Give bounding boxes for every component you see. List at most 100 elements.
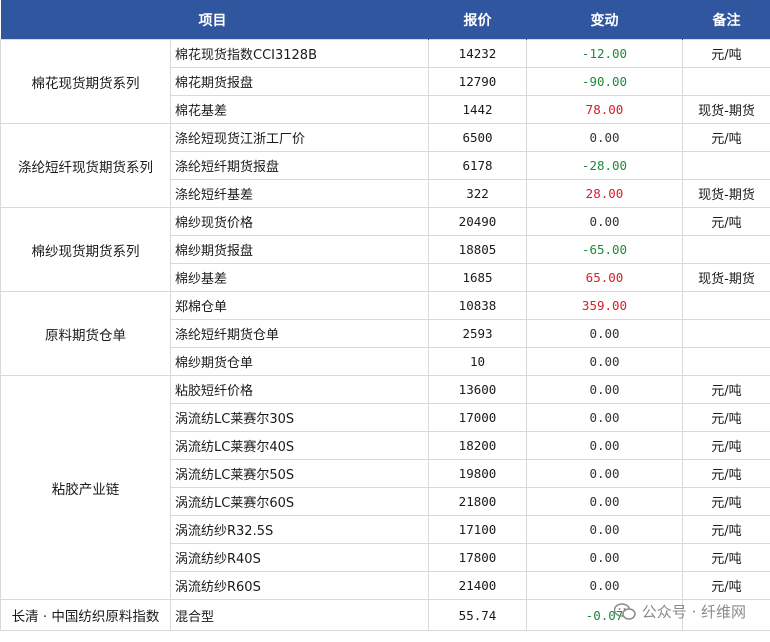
note-value: 元/吨 xyxy=(682,403,770,432)
item-name: 涤纶短纤基差 xyxy=(170,179,429,208)
note-value xyxy=(682,235,770,264)
price-value: 18200 xyxy=(428,431,527,460)
price-value: 55.74 xyxy=(428,599,527,631)
price-table: 项目 报价 变动 备注 棉花现货期货系列 棉花现货指数CCI3128B 1423… xyxy=(0,0,770,631)
table-row: 粘胶产业链 粘胶短纤价格 13600 0.00 元/吨 xyxy=(0,375,770,600)
header-price: 报价 xyxy=(428,0,527,40)
item-name: 涡流纺LC莱赛尔60S xyxy=(170,487,429,516)
item-name: 棉花期货报盘 xyxy=(170,67,429,96)
price-value: 14232 xyxy=(428,39,527,68)
price-value: 10838 xyxy=(428,291,527,320)
note-value: 元/吨 xyxy=(682,39,770,68)
item-name: 涡流纺LC莱赛尔50S xyxy=(170,459,429,488)
change-value: 0.00 xyxy=(526,459,683,488)
item-name: 涤纶短纤期货仓单 xyxy=(170,319,429,348)
price-value: 17100 xyxy=(428,515,527,544)
note-value: 元/吨 xyxy=(682,459,770,488)
change-value: 0.00 xyxy=(526,123,683,152)
note-value xyxy=(682,319,770,348)
price-value: 17800 xyxy=(428,543,527,572)
change-value: -28.00 xyxy=(526,151,683,180)
note-value: 元/吨 xyxy=(682,571,770,600)
change-value: 359.00 xyxy=(526,291,683,320)
price-value: 13600 xyxy=(428,375,527,404)
header-change: 变动 xyxy=(526,0,683,40)
change-value: 0.00 xyxy=(526,403,683,432)
note-value: 元/吨 xyxy=(682,487,770,516)
item-name: 混合型 xyxy=(170,599,429,631)
note-value: 现货-期货 xyxy=(682,263,770,292)
change-value: -12.00 xyxy=(526,39,683,68)
item-name: 涡流纺LC莱赛尔40S xyxy=(170,431,429,460)
note-value: 元/吨 xyxy=(682,123,770,152)
note-value xyxy=(682,67,770,96)
change-value: 0.00 xyxy=(526,431,683,460)
price-value: 12790 xyxy=(428,67,527,96)
note-value: 现货-期货 xyxy=(682,179,770,208)
change-value: 65.00 xyxy=(526,263,683,292)
item-name: 涡流纺纱R40S xyxy=(170,543,429,572)
change-value: 0.00 xyxy=(526,515,683,544)
table-row: 涤纶短纤现货期货系列 涤纶短现货江浙工厂价 6500 0.00 元/吨 xyxy=(0,123,770,208)
table-row: 棉花现货期货系列 棉花现货指数CCI3128B 14232 -12.00 元/吨 xyxy=(0,39,770,124)
note-value: 元/吨 xyxy=(682,515,770,544)
item-name: 棉纱期货仓单 xyxy=(170,347,429,376)
item-name: 涤纶短现货江浙工厂价 xyxy=(170,123,429,152)
group-label: 棉花现货期货系列 xyxy=(0,39,171,124)
change-value: 28.00 xyxy=(526,179,683,208)
table-row: 原料期货仓单 郑棉仓单 10838 359.00 xyxy=(0,291,770,376)
price-value: 6178 xyxy=(428,151,527,180)
price-value: 6500 xyxy=(428,123,527,152)
change-value: -65.00 xyxy=(526,235,683,264)
group-label: 棉纱现货期货系列 xyxy=(0,207,171,292)
item-name: 涡流纺纱R32.5S xyxy=(170,515,429,544)
note-value xyxy=(682,151,770,180)
change-value: 0.00 xyxy=(526,319,683,348)
item-name: 棉纱期货报盘 xyxy=(170,235,429,264)
change-value: 0.00 xyxy=(526,375,683,404)
change-value: 0.00 xyxy=(526,347,683,376)
item-name: 涡流纺LC莱赛尔30S xyxy=(170,403,429,432)
change-value: 0.00 xyxy=(526,487,683,516)
price-value: 1685 xyxy=(428,263,527,292)
note-value: 元/吨 xyxy=(682,375,770,404)
group-label: 原料期货仓单 xyxy=(0,291,171,376)
table-row: 棉纱现货期货系列 棉纱现货价格 20490 0.00 元/吨 xyxy=(0,207,770,292)
price-value: 21800 xyxy=(428,487,527,516)
note-value: 元/吨 xyxy=(682,431,770,460)
price-value: 2593 xyxy=(428,319,527,348)
group-label: 长清 · 中国纺织原料指数 xyxy=(0,599,171,631)
item-name: 棉花基差 xyxy=(170,95,429,124)
price-value: 1442 xyxy=(428,95,527,124)
watermark: 公众号 · 纤维网 xyxy=(613,601,746,622)
item-name: 粘胶短纤价格 xyxy=(170,375,429,404)
change-value: 0.00 xyxy=(526,543,683,572)
price-value: 10 xyxy=(428,347,527,376)
group-label: 粘胶产业链 xyxy=(0,375,171,600)
price-value: 17000 xyxy=(428,403,527,432)
watermark-text: 公众号 · 纤维网 xyxy=(641,603,746,621)
change-value: 0.00 xyxy=(526,207,683,236)
note-value: 现货-期货 xyxy=(682,95,770,124)
header-note: 备注 xyxy=(682,0,770,40)
change-value: -90.00 xyxy=(526,67,683,96)
price-value: 18805 xyxy=(428,235,527,264)
item-name: 棉纱基差 xyxy=(170,263,429,292)
price-value: 20490 xyxy=(428,207,527,236)
item-name: 涡流纺纱R60S xyxy=(170,571,429,600)
wechat-icon xyxy=(613,602,636,621)
note-value xyxy=(682,291,770,320)
note-value: 元/吨 xyxy=(682,543,770,572)
change-value: 78.00 xyxy=(526,95,683,124)
table-header-row: 项目 报价 变动 备注 xyxy=(0,0,770,40)
change-value: 0.00 xyxy=(526,571,683,600)
item-name: 涤纶短纤期货报盘 xyxy=(170,151,429,180)
item-name: 棉花现货指数CCI3128B xyxy=(170,39,429,68)
price-value: 21400 xyxy=(428,571,527,600)
header-item: 项目 xyxy=(0,0,429,40)
item-name: 棉纱现货价格 xyxy=(170,207,429,236)
note-value xyxy=(682,347,770,376)
price-value: 322 xyxy=(428,179,527,208)
group-label: 涤纶短纤现货期货系列 xyxy=(0,123,171,208)
note-value: 元/吨 xyxy=(682,207,770,236)
